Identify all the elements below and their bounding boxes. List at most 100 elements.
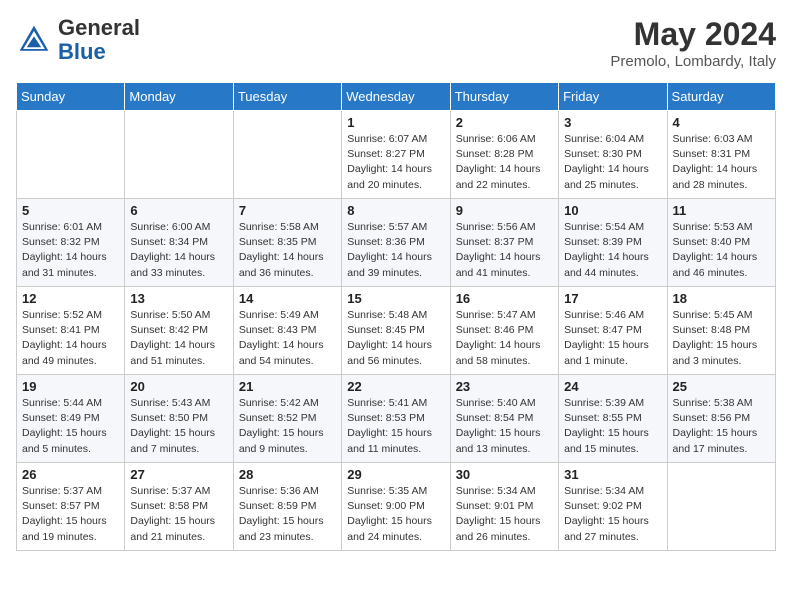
month-title: May 2024 bbox=[610, 16, 776, 53]
day-info: Sunrise: 5:36 AM Sunset: 8:59 PM Dayligh… bbox=[239, 484, 336, 545]
day-number: 8 bbox=[347, 203, 444, 218]
calendar-cell: 21 Sunrise: 5:42 AM Sunset: 8:52 PM Dayli… bbox=[233, 375, 341, 463]
day-info: Sunrise: 6:01 AM Sunset: 8:32 PM Dayligh… bbox=[22, 220, 119, 281]
day-number: 6 bbox=[130, 203, 227, 218]
day-of-week-header: Saturday bbox=[667, 83, 775, 111]
logo-text: General Blue bbox=[58, 16, 140, 64]
calendar-cell: 28 Sunrise: 5:36 AM Sunset: 8:59 PM Dayli… bbox=[233, 463, 341, 551]
logo-icon bbox=[16, 22, 52, 58]
calendar-week-row: 1 Sunrise: 6:07 AM Sunset: 8:27 PM Daylig… bbox=[17, 111, 776, 199]
day-info: Sunrise: 5:34 AM Sunset: 9:01 PM Dayligh… bbox=[456, 484, 553, 545]
day-number: 18 bbox=[673, 291, 770, 306]
day-info: Sunrise: 5:38 AM Sunset: 8:56 PM Dayligh… bbox=[673, 396, 770, 457]
day-info: Sunrise: 5:54 AM Sunset: 8:39 PM Dayligh… bbox=[564, 220, 661, 281]
calendar-cell: 25 Sunrise: 5:38 AM Sunset: 8:56 PM Dayli… bbox=[667, 375, 775, 463]
day-info: Sunrise: 5:45 AM Sunset: 8:48 PM Dayligh… bbox=[673, 308, 770, 369]
day-of-week-header: Monday bbox=[125, 83, 233, 111]
calendar: SundayMondayTuesdayWednesdayThursdayFrid… bbox=[16, 82, 776, 551]
day-info: Sunrise: 5:34 AM Sunset: 9:02 PM Dayligh… bbox=[564, 484, 661, 545]
day-number: 27 bbox=[130, 467, 227, 482]
day-number: 25 bbox=[673, 379, 770, 394]
logo-blue: Blue bbox=[58, 39, 106, 64]
day-info: Sunrise: 5:41 AM Sunset: 8:53 PM Dayligh… bbox=[347, 396, 444, 457]
calendar-cell: 10 Sunrise: 5:54 AM Sunset: 8:39 PM Dayli… bbox=[559, 199, 667, 287]
day-number: 17 bbox=[564, 291, 661, 306]
calendar-cell: 11 Sunrise: 5:53 AM Sunset: 8:40 PM Dayli… bbox=[667, 199, 775, 287]
calendar-cell bbox=[667, 463, 775, 551]
day-info: Sunrise: 5:35 AM Sunset: 9:00 PM Dayligh… bbox=[347, 484, 444, 545]
day-number: 20 bbox=[130, 379, 227, 394]
calendar-cell: 26 Sunrise: 5:37 AM Sunset: 8:57 PM Dayli… bbox=[17, 463, 125, 551]
calendar-cell: 7 Sunrise: 5:58 AM Sunset: 8:35 PM Daylig… bbox=[233, 199, 341, 287]
day-number: 23 bbox=[456, 379, 553, 394]
day-of-week-header: Friday bbox=[559, 83, 667, 111]
calendar-cell: 23 Sunrise: 5:40 AM Sunset: 8:54 PM Dayli… bbox=[450, 375, 558, 463]
calendar-week-row: 5 Sunrise: 6:01 AM Sunset: 8:32 PM Daylig… bbox=[17, 199, 776, 287]
location: Premolo, Lombardy, Italy bbox=[610, 53, 776, 70]
day-info: Sunrise: 5:39 AM Sunset: 8:55 PM Dayligh… bbox=[564, 396, 661, 457]
day-info: Sunrise: 5:37 AM Sunset: 8:57 PM Dayligh… bbox=[22, 484, 119, 545]
calendar-cell: 9Sunrise: 5:56 AM Sunset: 8:37 PM Daylig… bbox=[450, 199, 558, 287]
day-number: 13 bbox=[130, 291, 227, 306]
day-number: 7 bbox=[239, 203, 336, 218]
day-of-week-header: Wednesday bbox=[342, 83, 450, 111]
day-info: Sunrise: 6:00 AM Sunset: 8:34 PM Dayligh… bbox=[130, 220, 227, 281]
calendar-cell: 19Sunrise: 5:44 AM Sunset: 8:49 PM Dayli… bbox=[17, 375, 125, 463]
header: General Blue May 2024 Premolo, Lombardy,… bbox=[16, 16, 776, 70]
day-number: 26 bbox=[22, 467, 119, 482]
calendar-cell: 5 Sunrise: 6:01 AM Sunset: 8:32 PM Daylig… bbox=[17, 199, 125, 287]
day-info: Sunrise: 5:53 AM Sunset: 8:40 PM Dayligh… bbox=[673, 220, 770, 281]
day-info: Sunrise: 5:52 AM Sunset: 8:41 PM Dayligh… bbox=[22, 308, 119, 369]
day-number: 2 bbox=[456, 115, 553, 130]
day-info: Sunrise: 5:40 AM Sunset: 8:54 PM Dayligh… bbox=[456, 396, 553, 457]
logo-general: General bbox=[58, 15, 140, 40]
day-number: 4 bbox=[673, 115, 770, 130]
day-number: 11 bbox=[673, 203, 770, 218]
calendar-cell: 12 Sunrise: 5:52 AM Sunset: 8:41 PM Dayli… bbox=[17, 287, 125, 375]
day-info: Sunrise: 5:43 AM Sunset: 8:50 PM Dayligh… bbox=[130, 396, 227, 457]
calendar-week-row: 12 Sunrise: 5:52 AM Sunset: 8:41 PM Dayli… bbox=[17, 287, 776, 375]
day-info: Sunrise: 5:44 AM Sunset: 8:49 PM Dayligh… bbox=[22, 396, 119, 457]
calendar-cell: 31 Sunrise: 5:34 AM Sunset: 9:02 PM Dayli… bbox=[559, 463, 667, 551]
day-info: Sunrise: 5:56 AM Sunset: 8:37 PM Dayligh… bbox=[456, 220, 553, 281]
calendar-cell: 29Sunrise: 5:35 AM Sunset: 9:00 PM Dayli… bbox=[342, 463, 450, 551]
calendar-cell: 3Sunrise: 6:04 AM Sunset: 8:30 PM Daylig… bbox=[559, 111, 667, 199]
day-number: 31 bbox=[564, 467, 661, 482]
calendar-cell: 13 Sunrise: 5:50 AM Sunset: 8:42 PM Dayli… bbox=[125, 287, 233, 375]
day-number: 10 bbox=[564, 203, 661, 218]
calendar-cell: 2Sunrise: 6:06 AM Sunset: 8:28 PM Daylig… bbox=[450, 111, 558, 199]
day-info: Sunrise: 6:07 AM Sunset: 8:27 PM Dayligh… bbox=[347, 132, 444, 193]
day-number: 1 bbox=[347, 115, 444, 130]
day-number: 30 bbox=[456, 467, 553, 482]
day-number: 21 bbox=[239, 379, 336, 394]
day-info: Sunrise: 6:03 AM Sunset: 8:31 PM Dayligh… bbox=[673, 132, 770, 193]
calendar-cell: 18 Sunrise: 5:45 AM Sunset: 8:48 PM Dayli… bbox=[667, 287, 775, 375]
calendar-cell: 6 Sunrise: 6:00 AM Sunset: 8:34 PM Daylig… bbox=[125, 199, 233, 287]
day-number: 12 bbox=[22, 291, 119, 306]
calendar-cell: 8Sunrise: 5:57 AM Sunset: 8:36 PM Daylig… bbox=[342, 199, 450, 287]
calendar-cell bbox=[233, 111, 341, 199]
day-info: Sunrise: 6:04 AM Sunset: 8:30 PM Dayligh… bbox=[564, 132, 661, 193]
calendar-week-row: 26 Sunrise: 5:37 AM Sunset: 8:57 PM Dayli… bbox=[17, 463, 776, 551]
calendar-cell bbox=[17, 111, 125, 199]
day-of-week-header: Thursday bbox=[450, 83, 558, 111]
day-info: Sunrise: 5:58 AM Sunset: 8:35 PM Dayligh… bbox=[239, 220, 336, 281]
calendar-week-row: 19Sunrise: 5:44 AM Sunset: 8:49 PM Dayli… bbox=[17, 375, 776, 463]
day-of-week-header: Sunday bbox=[17, 83, 125, 111]
day-number: 14 bbox=[239, 291, 336, 306]
day-number: 22 bbox=[347, 379, 444, 394]
calendar-cell: 24Sunrise: 5:39 AM Sunset: 8:55 PM Dayli… bbox=[559, 375, 667, 463]
calendar-cell: 22 Sunrise: 5:41 AM Sunset: 8:53 PM Dayli… bbox=[342, 375, 450, 463]
calendar-cell: 4 Sunrise: 6:03 AM Sunset: 8:31 PM Daylig… bbox=[667, 111, 775, 199]
calendar-cell: 20 Sunrise: 5:43 AM Sunset: 8:50 PM Dayli… bbox=[125, 375, 233, 463]
calendar-cell: 27 Sunrise: 5:37 AM Sunset: 8:58 PM Dayli… bbox=[125, 463, 233, 551]
day-number: 28 bbox=[239, 467, 336, 482]
day-of-week-header: Tuesday bbox=[233, 83, 341, 111]
day-info: Sunrise: 5:37 AM Sunset: 8:58 PM Dayligh… bbox=[130, 484, 227, 545]
calendar-cell: 14Sunrise: 5:49 AM Sunset: 8:43 PM Dayli… bbox=[233, 287, 341, 375]
calendar-cell: 16Sunrise: 5:47 AM Sunset: 8:46 PM Dayli… bbox=[450, 287, 558, 375]
day-number: 15 bbox=[347, 291, 444, 306]
day-number: 5 bbox=[22, 203, 119, 218]
day-info: Sunrise: 5:50 AM Sunset: 8:42 PM Dayligh… bbox=[130, 308, 227, 369]
day-info: Sunrise: 5:42 AM Sunset: 8:52 PM Dayligh… bbox=[239, 396, 336, 457]
